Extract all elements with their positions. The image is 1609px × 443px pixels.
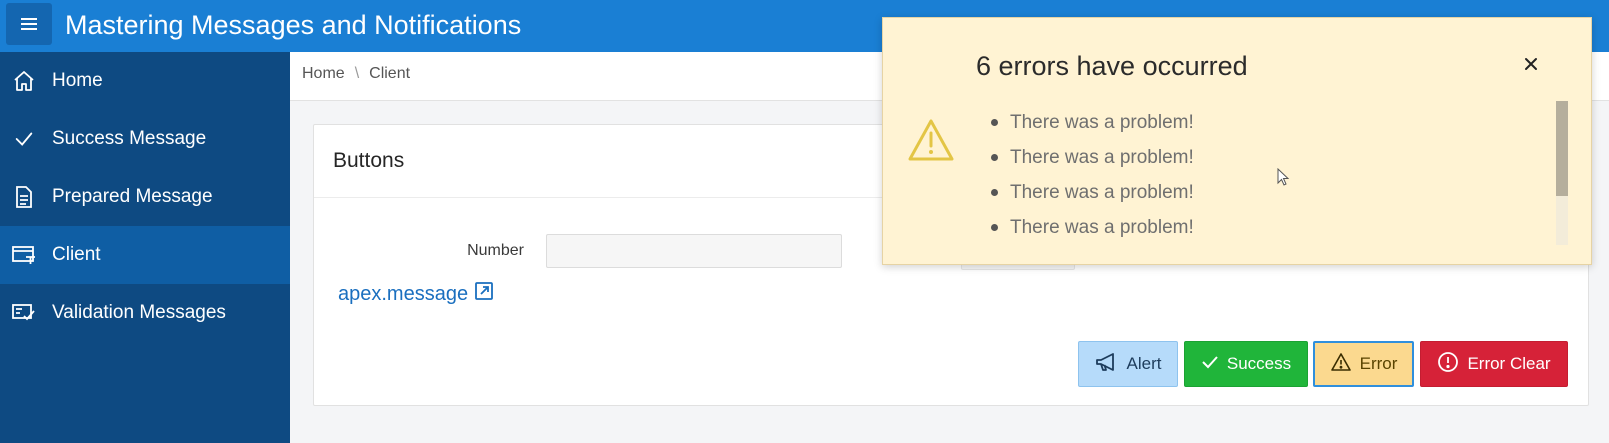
- region-title: Buttons: [333, 149, 405, 172]
- sidebar-item-label: Home: [52, 70, 103, 91]
- mouse-cursor-icon: [1277, 168, 1290, 186]
- window-icon: [10, 241, 38, 269]
- sidebar-item-success-message[interactable]: Success Message: [0, 110, 290, 168]
- sidebar-item-home[interactable]: Home: [0, 52, 290, 110]
- error-button-label: Error: [1359, 354, 1398, 373]
- sidebar-item-label: Client: [52, 244, 101, 265]
- error-clear-button[interactable]: Error Clear: [1420, 341, 1568, 387]
- number-label: Number: [467, 242, 524, 259]
- apex-message-link-label: apex.message: [338, 282, 469, 305]
- menu-toggle-button[interactable]: [6, 3, 52, 45]
- external-link-icon: [474, 281, 494, 307]
- alert-button[interactable]: Alert: [1078, 341, 1178, 387]
- scrollbar[interactable]: [1556, 101, 1568, 245]
- success-button[interactable]: Success: [1184, 341, 1308, 387]
- error-list-item: There was a problem!: [991, 105, 1194, 140]
- error-list-item: There was a problem!: [991, 140, 1194, 175]
- close-icon[interactable]: [1519, 52, 1543, 76]
- form-check-icon: [10, 299, 38, 327]
- sidebar-item-client[interactable]: Client: [0, 226, 290, 284]
- apex-message-link[interactable]: apex.message: [338, 281, 494, 307]
- alert-button-label: Alert: [1126, 354, 1162, 373]
- hamburger-icon: [21, 18, 37, 30]
- alert-circle-icon: [1437, 351, 1459, 378]
- breadcrumb-current: Client: [369, 65, 411, 82]
- error-list-item: There was a problem!: [991, 175, 1194, 210]
- error-notification: 6 errors have occurred There was a probl…: [882, 17, 1592, 265]
- check-icon: [10, 125, 38, 153]
- breadcrumb-separator: \: [354, 65, 360, 82]
- scrollbar-thumb[interactable]: [1556, 101, 1568, 196]
- breadcrumb-home-link[interactable]: Home: [302, 65, 345, 83]
- home-icon: [10, 67, 38, 95]
- success-button-label: Success: [1226, 354, 1292, 373]
- sidebar-item-validation-messages[interactable]: Validation Messages: [0, 284, 290, 342]
- breadcrumb: Home \ Client: [302, 65, 410, 83]
- sidebar-item-prepared-message[interactable]: Prepared Message: [0, 168, 290, 226]
- check-icon: [1201, 354, 1219, 375]
- error-clear-button-label: Error Clear: [1467, 354, 1551, 373]
- document-icon: [10, 183, 38, 211]
- error-list-item: There was a problem!: [991, 210, 1194, 245]
- notification-title: 6 errors have occurred: [976, 51, 1248, 81]
- number-input[interactable]: [546, 234, 842, 268]
- app-title: Mastering Messages and Notifications: [65, 10, 522, 40]
- sidebar-item-label: Prepared Message: [52, 186, 213, 207]
- error-list: There was a problem! There was a problem…: [991, 105, 1194, 245]
- warning-icon: [908, 119, 954, 161]
- sidebar-nav: Home Success Message Prepared Message Cl…: [0, 52, 290, 443]
- error-button[interactable]: Error: [1313, 341, 1414, 387]
- megaphone-icon: [1095, 352, 1119, 377]
- sidebar-item-label: Validation Messages: [52, 302, 226, 323]
- warning-icon: [1330, 352, 1352, 377]
- sidebar-item-label: Success Message: [52, 128, 207, 149]
